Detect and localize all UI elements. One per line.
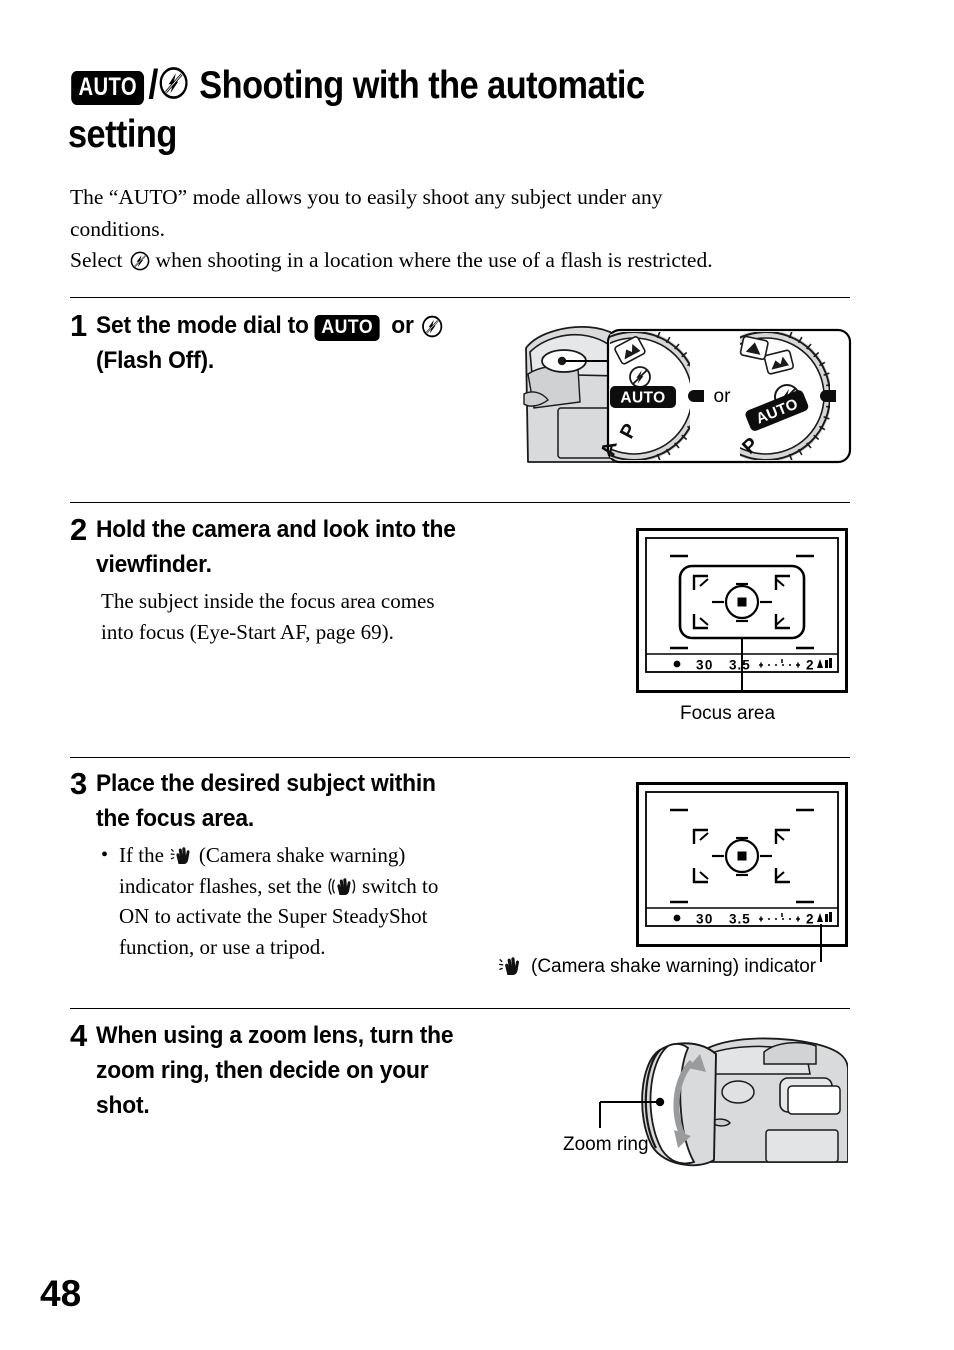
bullet-line2-after: switch to — [361, 873, 439, 898]
step-1-title: Set the mode dial to AUTO or (Flash Off)… — [96, 308, 500, 378]
step-3: 3 Place the desired subject within the f… — [70, 766, 540, 962]
svg-text:2: 2 — [806, 912, 814, 927]
zoom-ring-caption: Zoom ring — [563, 1134, 649, 1155]
step-4: 4 When using a zoom lens, turn the zoom … — [70, 1018, 540, 1123]
step-1-title-part1: Set the mode dial to — [96, 312, 309, 339]
or-label: or — [714, 386, 732, 407]
intro-paragraph: The “AUTO” mode allows you to easily sho… — [70, 182, 860, 277]
bullet-line1-before: If the — [119, 843, 164, 867]
step-4-title-line3: shot. — [96, 1092, 150, 1119]
intro-line-3-before: Select — [70, 248, 123, 272]
step-divider-2 — [70, 502, 850, 503]
bullet-marker: • — [101, 844, 109, 866]
page-title-line-2: setting — [68, 109, 772, 158]
camera-shake-icon — [498, 956, 522, 976]
camera-body-illustration — [695, 1037, 849, 1163]
bullet-line3: ON to activate the Super SteadyShot — [119, 904, 428, 928]
flash-off-icon — [159, 66, 189, 100]
title-separator: / — [148, 61, 158, 107]
step-2-number: 2 — [70, 512, 88, 547]
intro-line-3: Select when shooting in a location where… — [70, 245, 860, 277]
svg-text:2: 2 — [806, 658, 814, 673]
intro-line-3-after: when shooting in a location where the us… — [155, 248, 713, 272]
intro-line-2: conditions. — [70, 216, 165, 241]
svg-text:30: 30 — [696, 658, 714, 673]
flash-off-icon — [130, 251, 150, 271]
step-2: 2 Hold the camera and look into the view… — [70, 512, 540, 647]
step-3-title: Place the desired subject within the foc… — [96, 766, 509, 836]
page-title-line-1: AUTO / Shooting with the automatic — [68, 60, 772, 109]
page-title-text-1: Shooting with the automatic — [199, 64, 645, 108]
focus-area-caption: Focus area — [680, 703, 776, 724]
step-2-body-line1: The subject inside the focus area comes — [101, 589, 435, 613]
svg-text:3.5: 3.5 — [729, 658, 751, 673]
svg-text:AUTO: AUTO — [620, 390, 665, 407]
step-2-body: The subject inside the focus area comes … — [101, 586, 521, 647]
step-2-title: Hold the camera and look into the viewfi… — [96, 512, 509, 582]
bullet-line1-after: (Camera shake warning) — [198, 843, 406, 867]
step-2-title-line2: viewfinder. — [96, 551, 212, 578]
manual-page: AUTO / Shooting with the automatic settin… — [0, 0, 954, 1350]
page-title: AUTO / Shooting with the automatic settin… — [68, 60, 868, 158]
step-4-title-line1: When using a zoom lens, turn the — [96, 1022, 454, 1049]
step-4-number: 4 — [70, 1018, 88, 1053]
camera-shake-icon — [170, 846, 192, 865]
step-1-title-part2: or — [391, 312, 414, 339]
step-4-title-line2: zoom ring, then decide on your — [96, 1057, 429, 1084]
viewfinder-shake-indicator-figure: 30 3.5 2 — [636, 782, 848, 962]
super-steadyshot-icon — [328, 877, 356, 896]
page-number: 48 — [40, 1273, 82, 1314]
step-2-title-line1: Hold the camera and look into the — [96, 516, 456, 543]
bullet-line4: function, or use a tripod. — [119, 934, 326, 959]
step-3-number: 3 — [70, 766, 88, 801]
svg-text:3.5: 3.5 — [729, 912, 751, 927]
flash-off-icon — [421, 315, 442, 338]
step-1-number: 1 — [70, 308, 88, 343]
step-3-bullet-text: If the (Camera shake warning) indicator … — [119, 840, 521, 962]
intro-line-1: The “AUTO” mode allows you to easily sho… — [70, 185, 663, 209]
step-1-title-line2: (Flash Off). — [96, 347, 215, 374]
camera-shake-caption: (Camera shake warning) indicator — [498, 955, 816, 979]
viewfinder-focus-area-figure: 30 3.5 2 — [636, 528, 848, 693]
step-1: 1 Set the mode dial to AUTO or (Flash Of — [70, 308, 530, 378]
svg-text:30: 30 — [696, 912, 714, 927]
step-3-title-line1: Place the desired subject within — [96, 770, 436, 797]
auto-badge-icon: AUTO — [71, 71, 145, 105]
camera-shake-caption-text: (Camera shake warning) indicator — [531, 956, 817, 977]
step-3-title-line2: the focus area. — [96, 805, 255, 832]
bullet-line2-before: indicator flashes, set the — [119, 873, 322, 898]
mode-dial-figure: AUTO P A or AUTO P — [518, 312, 858, 480]
step-2-body-line2: into focus (Eye-Start AF, page 69). — [101, 619, 394, 644]
step-divider-4 — [70, 1008, 850, 1009]
auto-badge-icon: AUTO — [314, 315, 380, 341]
step-divider-3 — [70, 757, 850, 758]
step-4-title: When using a zoom lens, turn the zoom ri… — [96, 1018, 509, 1123]
step-3-body: • If the (Camera shake warning) indicato… — [101, 840, 521, 962]
page-title-text-2: setting — [68, 113, 177, 157]
step-divider-1 — [70, 297, 850, 298]
